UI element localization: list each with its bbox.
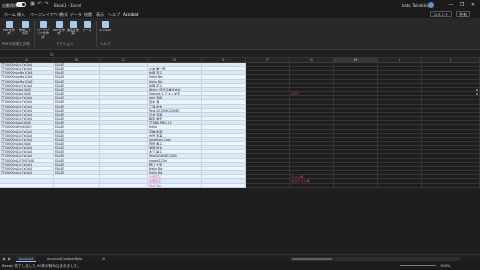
user-name[interactable]: kato Takahiko xyxy=(402,3,429,8)
minimize-button[interactable]: — xyxy=(446,1,456,9)
scrollbar-thumb[interactable] xyxy=(292,258,332,260)
cell-d[interactable]: Test Ton xyxy=(148,183,202,188)
cell-g[interactable] xyxy=(290,183,334,188)
create-pdf-button[interactable]: PDFを作成 xyxy=(2,21,16,36)
status-bar: Ready 完了しました 00件が読み込まれました。 100% xyxy=(0,262,480,270)
acrobat-help-button[interactable]: Acrobat xyxy=(98,21,112,32)
ribbon-divider xyxy=(96,21,97,47)
title-bar: 自動保存 ▣ ↶ ↷ Book1 - Excel kato Takahiko —… xyxy=(0,0,480,10)
create-workbook-label: ワークブックを作成 xyxy=(36,28,49,39)
ribbon-tabs: ホーム 挿入 ページレイアウト 数式 データ 校閲 表示 ヘルプ Acrobat… xyxy=(0,10,480,19)
comment-button[interactable]: コメント xyxy=(430,11,452,17)
request-signature-button[interactable]: 署名を依頼 xyxy=(66,21,80,36)
group-label-help: ヘルプ xyxy=(100,42,111,46)
cell-f[interactable] xyxy=(246,183,290,188)
prev-sheet-icon[interactable]: ◀ xyxy=(2,256,5,261)
acrobat-help-label: Acrobat xyxy=(99,28,111,32)
ribbon: PDFを作成 作成して共有 ワークブックを作成 PDFを作成 署名を依頼 ツール… xyxy=(0,18,480,50)
next-sheet-icon[interactable]: ▶ xyxy=(8,256,11,261)
spreadsheet-grid[interactable]: ABCDEFGHIJ TT00000rA1c7xQA4 FALSE TT00000r… xyxy=(0,58,480,254)
undo-icon[interactable]: ↶ xyxy=(37,2,42,7)
status-message: Ready 完了しました 00件が読み込まれました。 xyxy=(2,264,82,268)
cell-a[interactable] xyxy=(0,183,54,188)
tools-label: ツール xyxy=(82,28,92,32)
request-signature-label: 署名を依頼 xyxy=(66,28,79,36)
cell-c[interactable] xyxy=(100,183,148,188)
tools-icon xyxy=(83,21,91,28)
close-button[interactable]: ✕ xyxy=(468,1,478,9)
create-workbook-button[interactable]: ワークブックを作成 xyxy=(36,21,50,39)
horizontal-scrollbar[interactable] xyxy=(290,257,460,261)
grid-rows: TT00000rA1c7xQA4 FALSE TT00000rA1c7xQA4 FAL… xyxy=(0,63,480,188)
cell-b[interactable] xyxy=(54,183,100,188)
cell-j[interactable] xyxy=(422,183,480,188)
document-title: Book1 - Excel xyxy=(54,3,82,8)
workbook-icon xyxy=(39,21,47,28)
cell-e[interactable] xyxy=(202,183,246,188)
create-pdf-action-label: PDFを作成 xyxy=(53,28,65,36)
pdf-action-icon xyxy=(55,21,63,28)
zoom-level[interactable]: 100% xyxy=(440,264,450,268)
create-pdf-label: PDFを作成 xyxy=(3,28,15,36)
fx-icon: fx xyxy=(50,52,54,57)
share-pdf-icon xyxy=(21,21,29,28)
create-share-button[interactable]: 作成して共有 xyxy=(18,21,32,36)
group-label-actions: アクション xyxy=(56,42,74,46)
help-icon xyxy=(101,21,109,28)
create-pdf-action-button[interactable]: PDFを作成 xyxy=(52,21,66,36)
signature-icon xyxy=(69,21,77,28)
add-sheet-icon[interactable]: ⊕ xyxy=(102,256,105,261)
maximize-button[interactable]: ❐ xyxy=(457,1,467,9)
group-label-create-share: PDFの作成と共有 xyxy=(2,42,30,46)
avatar[interactable] xyxy=(428,2,434,8)
pdf-icon xyxy=(5,21,13,28)
cell-h[interactable] xyxy=(334,183,378,188)
redo-icon[interactable]: ↷ xyxy=(44,2,49,7)
share-button[interactable]: 共有 xyxy=(456,11,470,17)
save-icon[interactable]: ▣ xyxy=(30,2,35,7)
cell-i[interactable] xyxy=(378,183,422,188)
sheet-tab-bar: ◀ ▶ Account AccountContactRela ⊕ xyxy=(0,254,480,262)
create-share-label: 作成して共有 xyxy=(19,28,31,36)
formula-bar[interactable]: fx xyxy=(0,51,480,58)
zoom-slider[interactable] xyxy=(400,265,436,266)
autosave-toggle[interactable] xyxy=(16,2,26,7)
ribbon-divider xyxy=(34,21,35,47)
table-row: Test Ton xyxy=(0,183,480,188)
tools-button[interactable]: ツール xyxy=(80,21,94,32)
